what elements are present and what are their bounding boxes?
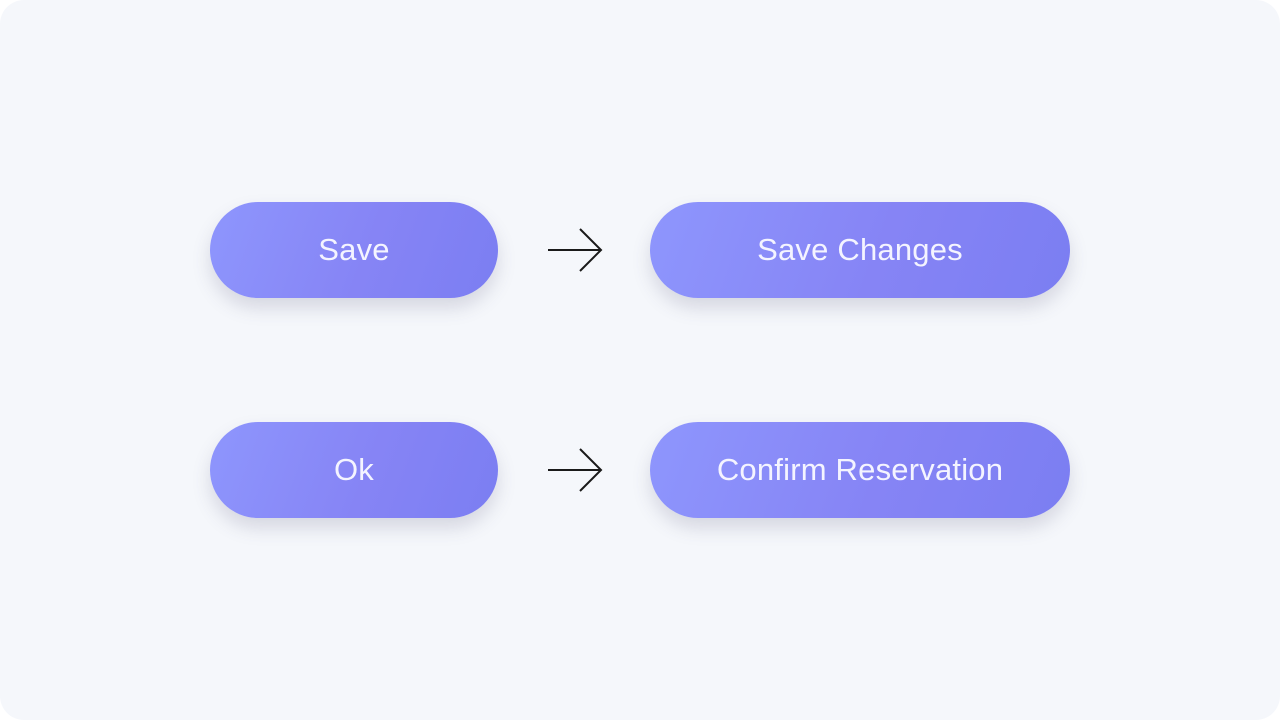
canvas: Save Save Changes Ok Confirm Reservation <box>0 0 1280 720</box>
ok-button[interactable]: Ok <box>210 422 498 518</box>
save-changes-button[interactable]: Save Changes <box>650 202 1070 298</box>
arrow-right-icon <box>546 227 604 273</box>
confirm-reservation-button[interactable]: Confirm Reservation <box>650 422 1070 518</box>
save-button[interactable]: Save <box>210 202 498 298</box>
arrow-right-icon <box>546 447 604 493</box>
